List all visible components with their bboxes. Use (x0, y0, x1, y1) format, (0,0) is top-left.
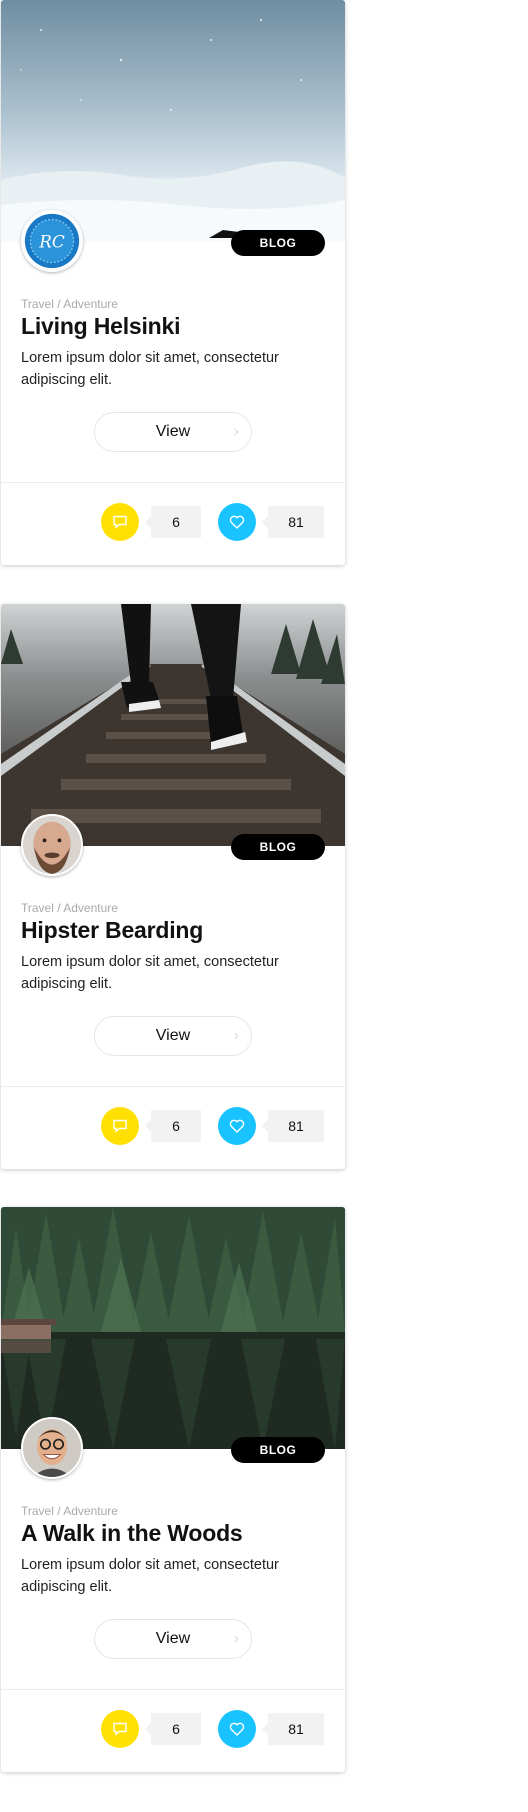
comment-count: 6 (145, 1713, 201, 1745)
comment-count: 6 (145, 506, 201, 538)
divider (1, 1689, 345, 1690)
view-button[interactable]: View › (94, 1016, 252, 1056)
post-category[interactable]: Travel / Adventure (21, 297, 118, 311)
avatar-smiling-man-glasses[interactable] (21, 1417, 83, 1479)
blog-card: BLOG Travel / Adventure A Walk in the Wo… (1, 1207, 345, 1772)
avatar-bearded-man[interactable] (21, 814, 83, 876)
comment-icon (113, 1119, 127, 1133)
like-count: 81 (262, 1110, 324, 1142)
post-category[interactable]: Travel / Adventure (21, 1504, 118, 1518)
svg-text:RC: RC (38, 232, 65, 252)
view-button-label: View (155, 1027, 191, 1044)
post-title[interactable]: Hipster Bearding (21, 917, 203, 944)
post-title[interactable]: Living Helsinki (21, 313, 181, 340)
blog-card: RC BLOG Travel / Adventure Living Helsin… (1, 0, 345, 565)
view-button-label: View (155, 423, 191, 440)
view-button[interactable]: View › (94, 1619, 252, 1659)
comment-icon (113, 1722, 127, 1736)
like-count: 81 (262, 1713, 324, 1745)
category-badge[interactable]: BLOG (231, 230, 325, 256)
blog-card: BLOG Travel / Adventure Hipster Bearding… (1, 604, 345, 1169)
heart-icon (229, 515, 245, 529)
post-category[interactable]: Travel / Adventure (21, 901, 118, 915)
cover-image-railway-sneakers (1, 604, 345, 846)
post-excerpt: Lorem ipsum dolor sit amet, consectetur … (21, 954, 279, 992)
category-badge[interactable]: BLOG (231, 1437, 325, 1463)
like-button[interactable] (218, 503, 256, 541)
comment-count: 6 (145, 1110, 201, 1142)
view-button-label: View (155, 1630, 191, 1647)
chevron-right-icon: › (233, 423, 239, 440)
divider (1, 1086, 345, 1087)
cover-image-snowy-landscape (1, 0, 345, 242)
heart-icon (229, 1722, 245, 1736)
category-badge[interactable]: BLOG (231, 834, 325, 860)
comment-button[interactable] (101, 503, 139, 541)
divider (1, 482, 345, 483)
avatar-blue-emblem[interactable]: RC (21, 210, 83, 272)
like-button[interactable] (218, 1710, 256, 1748)
heart-icon (229, 1119, 245, 1133)
comment-icon (113, 515, 127, 529)
like-count: 81 (262, 506, 324, 538)
post-excerpt: Lorem ipsum dolor sit amet, consectetur … (21, 350, 279, 388)
comment-button[interactable] (101, 1107, 139, 1145)
cover-image-forest-lake (1, 1207, 345, 1449)
chevron-right-icon: › (233, 1027, 239, 1044)
post-excerpt: Lorem ipsum dolor sit amet, consectetur … (21, 1557, 279, 1595)
view-button[interactable]: View › (94, 412, 252, 452)
post-title[interactable]: A Walk in the Woods (21, 1520, 243, 1547)
chevron-right-icon: › (233, 1630, 239, 1647)
comment-button[interactable] (101, 1710, 139, 1748)
like-button[interactable] (218, 1107, 256, 1145)
